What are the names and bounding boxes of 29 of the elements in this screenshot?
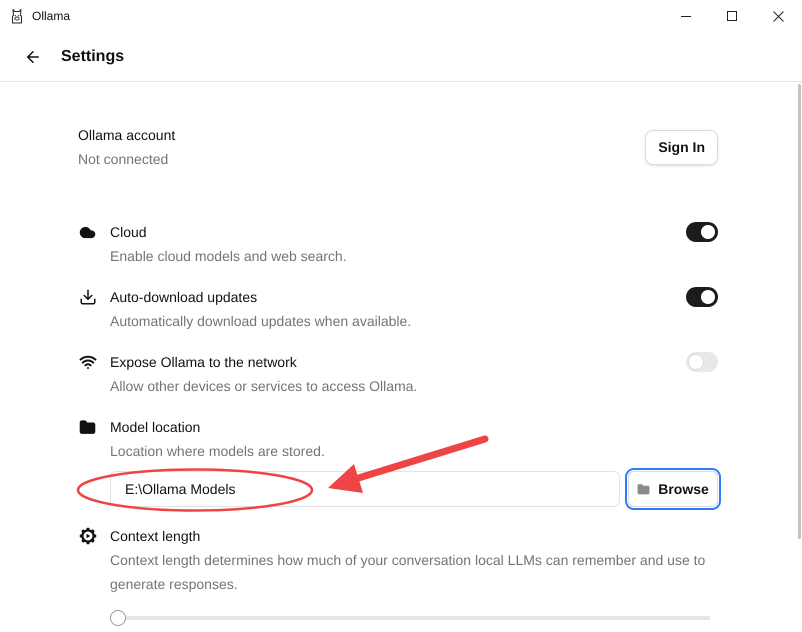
toggle-switch[interactable]: [686, 352, 718, 372]
setting-description: Location where models are stored.: [110, 442, 326, 461]
page-title: Settings: [61, 46, 124, 66]
slider-thumb[interactable]: [110, 610, 126, 626]
setting-description: Context length determines how much of your conversation local LLMs can remember and use to generate responses.: [110, 551, 706, 594]
toggle-switch[interactable]: [686, 287, 718, 307]
folder-icon: [637, 482, 650, 496]
download-icon: [79, 288, 97, 306]
setting-title: Auto-download updates: [110, 288, 258, 307]
setting-title: Context length: [110, 527, 200, 546]
account-status: Not connected: [78, 150, 170, 169]
toggle-switch[interactable]: [686, 222, 718, 242]
window-title: Ollama: [32, 8, 70, 25]
setting-title: Cloud: [110, 223, 147, 242]
account-title: Ollama account: [78, 126, 176, 145]
setting-description: Enable cloud models and web search.: [110, 247, 348, 266]
scrollbar-thumb[interactable]: [798, 84, 800, 539]
setting-description: Allow other devices or services to access Ollama.: [110, 377, 418, 396]
maximize-icon: [727, 11, 737, 21]
gear-icon: [79, 527, 97, 545]
close-icon: [772, 10, 784, 22]
sign-in-button[interactable]: Sign In: [645, 130, 718, 164]
setting-title: Expose Ollama to the network: [110, 353, 297, 372]
setting-description: Automatically download updates when available.: [110, 312, 412, 331]
llama-head-icon: [11, 8, 23, 24]
setting-title: Model location: [110, 418, 200, 437]
wifi-icon: [79, 353, 97, 371]
browse-button[interactable]: Browse: [628, 471, 718, 507]
folder-icon: [79, 418, 96, 436]
